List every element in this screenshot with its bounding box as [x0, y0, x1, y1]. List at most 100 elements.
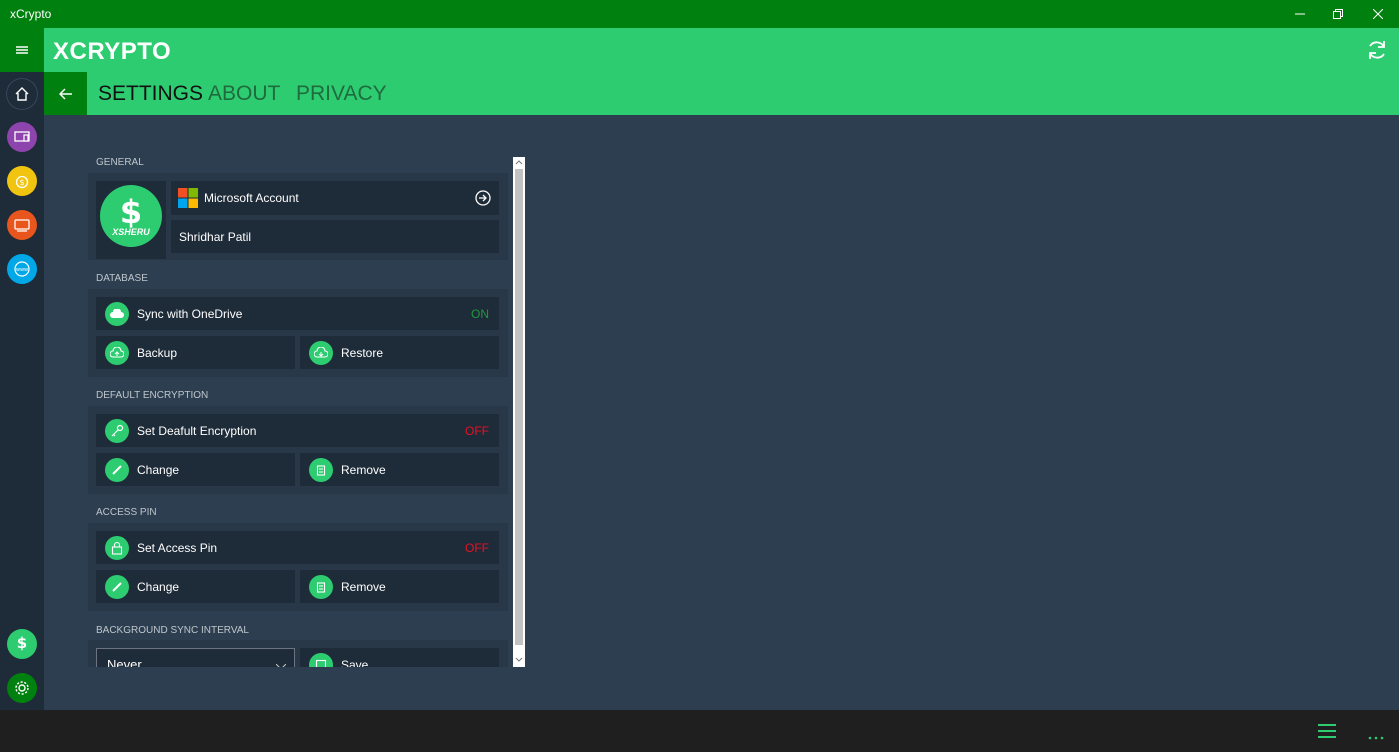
key-icon — [105, 418, 129, 443]
general-group: $ XSHERU Microsoft Account Shridhar Pati… — [88, 173, 508, 260]
sidebar-item-devices[interactable] — [7, 122, 37, 152]
scroll-down-icon — [515, 657, 523, 662]
sidebar-item-settings[interactable] — [7, 673, 37, 703]
default-encryption-toggle[interactable]: Set Deafult Encryption OFF — [96, 414, 499, 447]
profile-avatar[interactable]: $ XSHERU — [96, 181, 166, 259]
scrollbar-thumb[interactable] — [515, 169, 523, 645]
access-pin-status: OFF — [465, 540, 489, 555]
access-pin-group: Set Access Pin OFF Change Remove — [88, 523, 508, 611]
bottom-app-bar — [0, 710, 1399, 752]
more-dots-icon — [1368, 736, 1384, 740]
backup-label: Backup — [137, 345, 178, 360]
settings-scrollbar[interactable] — [513, 157, 525, 667]
avatar-label: XSHERU — [112, 227, 150, 237]
save-interval-label: Save — [341, 657, 369, 668]
pencil-icon — [105, 574, 129, 599]
change-encryption-button[interactable]: Change — [96, 453, 295, 486]
encryption-status: OFF — [465, 423, 489, 438]
user-name-label: Shridhar Patil — [179, 229, 252, 244]
close-button[interactable] — [1355, 0, 1399, 28]
list-menu-button[interactable] — [1318, 723, 1336, 744]
restore-icon — [1333, 9, 1343, 19]
remove-pin-label: Remove — [341, 579, 386, 594]
sidebar-item-money[interactable]: $ — [7, 166, 37, 196]
restore-button[interactable]: Restore — [300, 336, 499, 369]
tab-privacy[interactable]: PRIVACY — [296, 82, 387, 106]
cloud-upload-icon — [105, 340, 129, 365]
remove-encryption-button[interactable]: Remove — [300, 453, 499, 486]
close-icon — [1373, 9, 1383, 19]
list-menu-icon — [1318, 724, 1336, 738]
back-button[interactable] — [44, 72, 87, 115]
sync-interval-dropdown[interactable]: Never — [96, 648, 295, 667]
section-title-sync-interval: BACKGROUND SYNC INTERVAL — [96, 625, 249, 636]
sync-icon — [1369, 41, 1385, 59]
section-title-access-pin: ACCESS PIN — [96, 507, 157, 518]
sync-button[interactable] — [1365, 38, 1389, 62]
chevron-down-icon — [275, 659, 287, 667]
trash-icon — [309, 457, 333, 482]
screen-icon — [14, 219, 30, 232]
hamburger-menu-button[interactable] — [0, 28, 44, 72]
save-interval-button[interactable]: Save — [300, 648, 499, 667]
settings-gear-icon — [15, 681, 29, 695]
access-pin-label: Set Access Pin — [137, 540, 218, 555]
user-name-row: Shridhar Patil — [171, 220, 499, 253]
backup-button[interactable]: Backup — [96, 336, 295, 369]
lock-icon — [105, 535, 129, 560]
section-title-database: DATABASE — [96, 273, 148, 284]
scroll-up-icon — [515, 160, 523, 165]
change-pin-label: Change — [137, 579, 180, 594]
tab-about[interactable]: ABOUT — [208, 82, 280, 106]
remove-encryption-label: Remove — [341, 462, 386, 477]
pencil-icon — [105, 457, 129, 482]
sidebar-item-profile[interactable]: $ — [7, 629, 37, 659]
more-options-button[interactable] — [1368, 728, 1384, 746]
minimize-icon — [1295, 13, 1305, 15]
trash-icon — [309, 574, 333, 599]
sign-in-icon[interactable] — [475, 190, 491, 209]
sidebar-item-web[interactable]: www — [7, 254, 37, 284]
sidebar-item-home[interactable] — [7, 79, 37, 109]
money-bag-icon: $ — [15, 175, 29, 189]
change-encryption-label: Change — [137, 462, 180, 477]
restore-label: Restore — [341, 345, 384, 360]
tab-settings[interactable]: SETTINGS — [98, 82, 203, 106]
devices-icon — [14, 131, 30, 142]
section-title-general: GENERAL — [96, 157, 144, 168]
nav-sidebar: $ www $ — [0, 28, 44, 710]
home-icon — [15, 87, 29, 101]
window-titlebar: xCrypto — [0, 0, 1399, 28]
change-pin-button[interactable]: Change — [96, 570, 295, 603]
back-arrow-icon — [58, 87, 72, 100]
default-encryption-label: Set Deafult Encryption — [137, 423, 257, 438]
settings-panel: GENERAL $ XSHERU Microsoft Account Shrid… — [88, 157, 515, 667]
sidebar-item-screen[interactable] — [7, 210, 37, 240]
svg-text:$: $ — [19, 178, 24, 187]
cloud-download-icon — [309, 340, 333, 365]
window-title: xCrypto — [10, 7, 52, 21]
remove-pin-button[interactable]: Remove — [300, 570, 499, 603]
hamburger-icon — [16, 46, 28, 54]
sync-interval-group: Never Save — [88, 640, 508, 667]
app-header: XCRYPTO SETTINGS ABOUT PRIVACY — [44, 28, 1399, 115]
www-globe-icon: www — [14, 261, 30, 277]
sync-onedrive-toggle[interactable]: Sync with OneDrive ON — [96, 297, 499, 330]
sync-onedrive-label: Sync with OneDrive — [137, 306, 243, 321]
sync-interval-value: Never — [107, 657, 142, 667]
encryption-group: Set Deafult Encryption OFF Change Remove — [88, 406, 508, 494]
svg-text:$: $ — [120, 193, 142, 231]
svg-text:www: www — [16, 267, 28, 273]
dollar-logo-icon: $ — [120, 193, 142, 231]
microsoft-account-row[interactable]: Microsoft Account — [171, 181, 499, 215]
svg-text:$: $ — [17, 634, 27, 652]
avatar-circle: $ XSHERU — [100, 185, 162, 247]
app-logo: XCRYPTO — [53, 38, 172, 65]
microsoft-logo-icon — [178, 188, 198, 208]
save-icon — [309, 652, 333, 667]
access-pin-toggle[interactable]: Set Access Pin OFF — [96, 531, 499, 564]
user-avatar-icon: $ — [17, 634, 27, 652]
sync-status: ON — [471, 306, 489, 321]
cloud-icon — [105, 301, 129, 326]
database-group: Sync with OneDrive ON Backup Restore — [88, 289, 508, 377]
